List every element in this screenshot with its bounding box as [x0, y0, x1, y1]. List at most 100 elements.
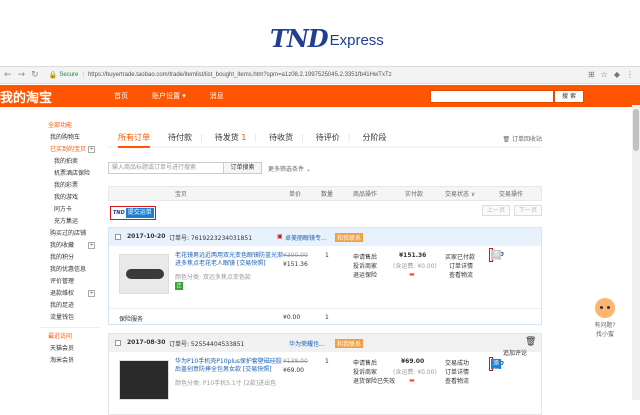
sidebar-item-coupons[interactable]: 我的优惠信息: [0, 264, 100, 276]
bulk-actions-row: TND 提交运单 上一页 下一页: [108, 201, 542, 225]
sidebar-item-travel[interactable]: 机票酒店保险: [0, 168, 100, 180]
sidebar-item-favorites[interactable]: 我的收藏 +: [0, 240, 100, 252]
insurance-row: 保险服务 ¥0.00 1: [109, 308, 541, 324]
op-return-insurance[interactable]: 退货保险已失效: [353, 376, 395, 385]
chat-button[interactable]: 和我联系: [335, 339, 364, 348]
recycle-bin-link[interactable]: 🗑 订单回收站: [502, 134, 542, 143]
nav-messages[interactable]: 消息: [210, 91, 224, 101]
extension-icon[interactable]: ◆: [614, 70, 620, 79]
status-text: 交易成功: [445, 360, 470, 367]
url-field[interactable]: 🔒 Secure | https://buyertrade.taobao.com…: [49, 69, 569, 81]
shipping-note: (含运费: ¥0.00): [393, 369, 437, 376]
my-taobao-title[interactable]: 我的淘宝: [0, 87, 52, 106]
back-icon[interactable]: ←: [4, 70, 12, 80]
tnd-add-package-button[interactable]: TND 添加包裹: [489, 357, 505, 391]
shop-name[interactable]: 华为荣耀也...: [289, 339, 325, 348]
order-checkbox[interactable]: [115, 234, 121, 240]
product-option: 颜色分类: 双远多焦点变色款: [175, 274, 251, 281]
product-image[interactable]: [119, 254, 169, 294]
shop-icon: ▣: [277, 233, 283, 240]
op-after-sales[interactable]: 申请售后: [353, 252, 377, 261]
nav-home[interactable]: 首页: [114, 91, 128, 101]
sidebar-item-reviews[interactable]: 评价管理: [0, 276, 100, 288]
sidebar-item-bought[interactable]: 已买到的宝贝 +: [0, 144, 100, 156]
col-status[interactable]: 交易状态 ∨: [445, 189, 475, 198]
browser-nav: ← → ↻: [4, 70, 45, 80]
more-filters-link[interactable]: 更多筛选条件 ⌄: [268, 164, 311, 173]
view-logistics-link[interactable]: 查看物流: [445, 376, 469, 385]
prev-page-button[interactable]: 上一页: [481, 205, 510, 216]
scrollbar-thumb[interactable]: [633, 109, 639, 151]
sidebar-item-points[interactable]: 我的积分: [0, 252, 100, 264]
original-price: ¥138.00: [283, 358, 308, 365]
topnav-search-button[interactable]: 搜 索: [554, 90, 584, 103]
expand-icon[interactable]: +: [88, 290, 95, 297]
op-complain[interactable]: 投诉商家: [353, 261, 377, 270]
tab-pending-shipment[interactable]: 待发货 1: [215, 132, 247, 143]
shop-name[interactable]: 卓美丽眼镜专...: [285, 233, 327, 242]
help-assistant-widget[interactable]: 有问题? 找小蜜: [580, 298, 630, 338]
sidebar-item-footprints[interactable]: 我的足迹: [0, 300, 100, 312]
help-line-2: 找小蜜: [595, 331, 614, 338]
chat-button[interactable]: 和我联系: [335, 233, 364, 242]
col-paid: 实付款: [405, 191, 424, 198]
add-review-link[interactable]: 追加评论: [503, 348, 527, 357]
trash-icon: 🗑: [502, 136, 511, 143]
product-title[interactable]: 华为P10手机壳P10plus保护套壁磁硅胶后盖创意防摔全包男女款 [交易快照]: [175, 358, 283, 374]
view-logistics-link[interactable]: 查看物流: [449, 270, 473, 279]
genuine-tag-icon: 正: [175, 282, 183, 290]
payment-icon: ▬: [409, 377, 415, 384]
nav-account-settings[interactable]: 账户设置 ▾: [152, 91, 186, 101]
expand-icon[interactable]: +: [88, 146, 95, 153]
translate-icon[interactable]: ⊞: [588, 70, 595, 79]
sidebar-item-data-wallet[interactable]: 流量钱包: [0, 312, 100, 324]
tnd-banner: TND Express: [0, 0, 640, 66]
insurance-price: ¥0.00: [283, 314, 301, 321]
browser-extension-icons: ⊞ ☆ ◆ ⋮: [588, 70, 634, 79]
sidebar-item-auction[interactable]: 我的拍卖: [0, 156, 100, 168]
next-page-button[interactable]: 下一页: [513, 205, 542, 216]
insurance-qty: 1: [325, 314, 329, 321]
page-scrollbar[interactable]: [632, 105, 640, 400]
sidebar-item-cart[interactable]: 我的购物车: [0, 132, 100, 144]
order-search-button[interactable]: 订单搜索: [224, 162, 262, 174]
sidebar-item-games[interactable]: 我的游戏: [0, 192, 100, 204]
order-search-input[interactable]: 输入商品标题或订单号进行搜索: [108, 162, 224, 174]
order-checkbox[interactable]: [115, 340, 121, 346]
delete-order-icon[interactable]: 🗑: [525, 337, 536, 347]
order-detail-link[interactable]: 订单详情: [449, 261, 473, 270]
expand-icon[interactable]: +: [88, 242, 95, 249]
op-after-sales[interactable]: 申请售后: [353, 358, 377, 367]
tnd-express-logo: TND Express: [270, 24, 384, 53]
tab-pending-review[interactable]: 待评价: [316, 132, 340, 143]
sidebar-item-shops[interactable]: 购买过的店铺: [0, 228, 100, 240]
sidebar-recent-taomi[interactable]: 淘米会员: [0, 355, 100, 367]
tnd-submit-button[interactable]: TND 提交运单: [110, 206, 156, 220]
assistant-face-icon: [595, 298, 615, 318]
help-line-1: 有问题?: [594, 322, 616, 329]
pager: 上一页 下一页: [481, 205, 542, 216]
sidebar-item-consolidation[interactable]: 充方集运: [0, 216, 100, 228]
order-detail-link[interactable]: 订单详情: [445, 367, 469, 376]
product-image[interactable]: [119, 360, 169, 400]
tab-pending-receipt[interactable]: 待收货: [269, 132, 293, 143]
menu-icon[interactable]: ⋮: [626, 70, 634, 79]
tab-all-orders[interactable]: 所有订单: [118, 132, 150, 148]
product-option: 颜色分类: P10手机5.1寸 [2款]进出色: [175, 380, 277, 387]
tab-installments[interactable]: 分阶段: [362, 132, 386, 143]
original-price: ¥300.00: [283, 252, 308, 259]
sidebar-item-card[interactable]: 同方卡: [0, 204, 100, 216]
product-title[interactable]: 老花镜男远近两用双光变色眼镜防蓝光渐进多焦点老花老人眼镜 [交易快照]: [175, 252, 283, 268]
quantity: 1: [325, 358, 329, 365]
sidebar-item-refunds[interactable]: 退款维权 +: [0, 288, 100, 300]
sidebar-item-lottery[interactable]: 我的彩票: [0, 180, 100, 192]
tnd-add-package-button-disabled[interactable]: TND 添加包裹: [489, 248, 505, 282]
topnav-search-input[interactable]: [430, 90, 554, 103]
forward-icon[interactable]: →: [18, 70, 26, 80]
reload-icon[interactable]: ↻: [31, 70, 39, 80]
op-complain[interactable]: 投诉商家: [353, 367, 377, 376]
op-return-insurance[interactable]: 退运保险: [353, 270, 377, 279]
tab-pending-payment[interactable]: 待付款: [168, 132, 192, 143]
sidebar-recent-tmall[interactable]: 天猫会员: [0, 343, 100, 355]
star-icon[interactable]: ☆: [601, 70, 608, 79]
